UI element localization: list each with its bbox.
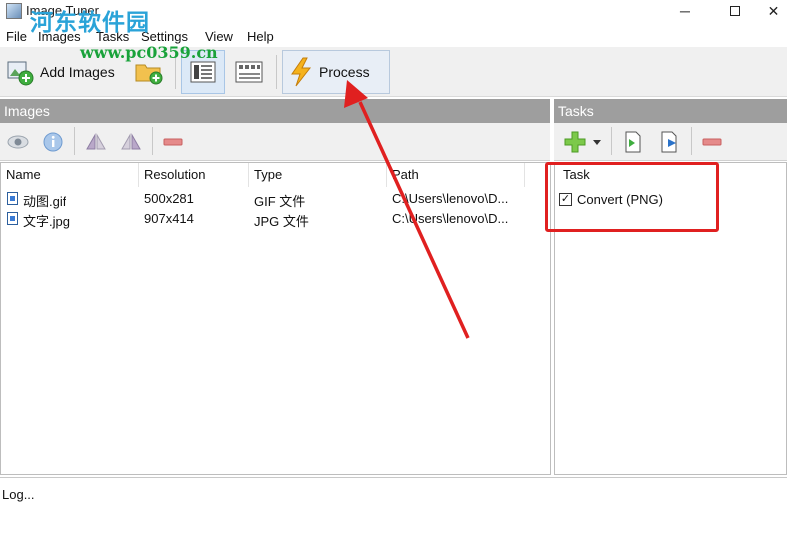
lightning-icon	[291, 57, 312, 87]
info-icon	[43, 132, 63, 152]
plus-icon	[564, 131, 586, 153]
remove-icon	[163, 138, 183, 146]
toolbar-separator	[175, 55, 176, 89]
remove-task-button[interactable]	[701, 131, 723, 153]
minimize-icon: ─	[680, 3, 690, 19]
process-button[interactable]: Process	[282, 50, 390, 94]
panel-separator	[74, 127, 75, 155]
file-type: GIF 文件	[254, 194, 306, 209]
app-icon	[6, 3, 22, 19]
menu-file[interactable]: File	[6, 29, 27, 44]
file-icon	[7, 192, 18, 205]
toolbar-separator	[276, 55, 277, 89]
info-button[interactable]	[42, 131, 64, 153]
panel-separator	[152, 127, 153, 155]
eye-icon	[7, 135, 29, 149]
file-icon	[7, 212, 18, 225]
add-image-icon	[7, 61, 34, 86]
file-resolution: 500x281	[144, 191, 194, 206]
minimize-button[interactable]: ─	[660, 0, 710, 24]
panel-separator	[691, 127, 692, 155]
file-resolution: 907x414	[144, 211, 194, 226]
details-view-icon	[190, 61, 216, 83]
table-row[interactable]: 文字.jpg 907x414 JPG 文件 C:\Users\lenovo\D.…	[1, 209, 550, 229]
preview-button[interactable]	[7, 131, 29, 153]
menu-help[interactable]: Help	[247, 29, 274, 44]
images-list[interactable]: Name Resolution Type Path 动图.gif 500x281…	[0, 162, 551, 475]
process-label: Process	[319, 64, 370, 80]
menu-view[interactable]: View	[205, 29, 233, 44]
tasks-panel-toolbar	[554, 123, 787, 161]
title-bar: Image Tuner ─ ✕	[0, 0, 787, 24]
thumbnail-view-button[interactable]	[229, 50, 269, 94]
thumbnail-view-icon	[235, 61, 263, 83]
add-task-dropdown[interactable]	[591, 131, 603, 153]
flip-left-icon	[86, 133, 106, 150]
menu-bar: File Images Tasks Settings View Help	[0, 26, 787, 46]
add-images-label: Add Images	[40, 64, 115, 80]
chevron-down-icon	[593, 139, 601, 145]
panel-separator	[611, 127, 612, 155]
flip-right-icon	[121, 133, 141, 150]
tasks-panel-header: Tasks	[554, 99, 787, 123]
column-header-name[interactable]: Name	[6, 167, 41, 182]
file-type: JPG 文件	[254, 214, 309, 229]
file-name: 文字.jpg	[23, 214, 70, 229]
file-name: 动图.gif	[23, 194, 67, 209]
file-path: C:\Users\lenovo\D...	[392, 191, 509, 206]
close-icon: ✕	[767, 3, 780, 19]
import-icon	[625, 131, 641, 153]
column-header-type[interactable]: Type	[254, 167, 282, 182]
main-toolbar: Add Images Process	[0, 47, 787, 97]
flip-right-button[interactable]	[120, 131, 142, 153]
images-panel-header: Images	[0, 99, 550, 123]
add-images-button[interactable]: Add Images	[6, 50, 124, 94]
maximize-button[interactable]	[710, 0, 760, 24]
column-separator[interactable]	[524, 163, 525, 187]
flip-left-button[interactable]	[85, 131, 107, 153]
add-folder-icon	[135, 64, 163, 85]
log-panel: Log...	[0, 477, 787, 543]
add-task-button[interactable]	[564, 131, 586, 153]
column-header-path[interactable]: Path	[392, 167, 419, 182]
maximize-icon	[730, 6, 740, 16]
log-text: Log...	[2, 487, 35, 502]
annotation-highlight-box	[545, 162, 719, 232]
export-icon	[661, 131, 677, 153]
remove-image-button[interactable]	[162, 131, 184, 153]
add-folder-button[interactable]	[130, 50, 168, 94]
column-separator[interactable]	[386, 163, 387, 187]
file-path: C:\Users\lenovo\D...	[392, 211, 509, 226]
details-view-button[interactable]	[181, 50, 225, 94]
column-header-resolution[interactable]: Resolution	[144, 167, 205, 182]
table-row[interactable]: 动图.gif 500x281 GIF 文件 C:\Users\lenovo\D.…	[1, 189, 550, 209]
menu-settings[interactable]: Settings	[141, 29, 188, 44]
window-title: Image Tuner	[26, 3, 99, 18]
column-separator[interactable]	[248, 163, 249, 187]
export-task-button[interactable]	[659, 131, 681, 153]
column-separator[interactable]	[138, 163, 139, 187]
import-task-button[interactable]	[622, 131, 644, 153]
remove-icon	[702, 138, 722, 146]
close-button[interactable]: ✕	[760, 0, 787, 24]
menu-images[interactable]: Images	[38, 29, 81, 44]
images-panel-toolbar	[0, 123, 550, 161]
menu-tasks[interactable]: Tasks	[96, 29, 129, 44]
